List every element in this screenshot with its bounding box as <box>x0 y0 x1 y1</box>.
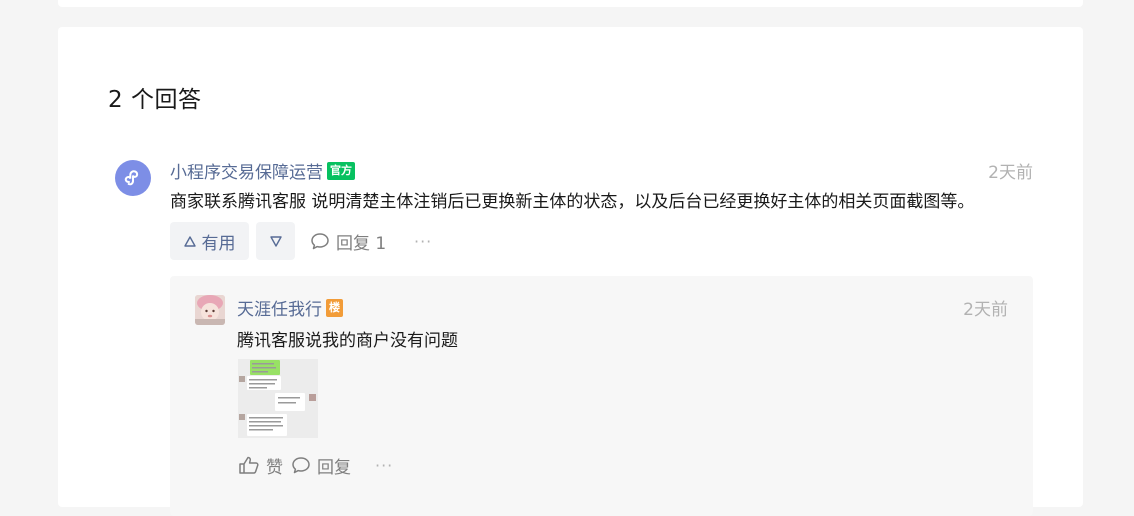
reply-body-text: 腾讯客服说我的商户没有问题 <box>237 331 458 351</box>
answer-author-name[interactable]: 小程序交易保障运营 <box>170 158 323 183</box>
floor-owner-badge: 楼 <box>326 298 343 317</box>
comment-icon <box>292 457 310 474</box>
useful-label: 有用 <box>201 233 236 254</box>
answers-count-heading: 2 个回答 <box>108 87 202 113</box>
reply-author-name[interactable]: 天涯任我行 <box>237 295 322 320</box>
reply-more-options-button[interactable]: ··· <box>375 456 393 475</box>
chat-screenshot-image <box>238 359 318 438</box>
reply-timestamp: 2天前 <box>963 300 1008 320</box>
official-badge: 官方 <box>327 161 355 180</box>
reply-to-reply-button[interactable]: 回复 <box>291 453 351 478</box>
mini-program-logo-avatar[interactable] <box>115 160 151 196</box>
triangle-down-icon <box>269 235 282 247</box>
answer-timestamp: 2天前 <box>988 163 1033 183</box>
more-options-button[interactable]: ··· <box>414 227 432 255</box>
baby-photo-avatar <box>195 295 225 325</box>
thumbs-up-icon <box>239 456 259 474</box>
reply-actions: 赞 回复 ··· <box>238 451 393 479</box>
not-useful-button[interactable] <box>256 222 295 260</box>
answer-body-text: 商家联系腾讯客服 说明清楚主体注销后已更换新主体的状态，以及后台已经更换好主体的… <box>170 192 975 212</box>
reply-button[interactable]: 回复 1 <box>310 227 386 255</box>
like-button[interactable]: 赞 <box>238 453 283 478</box>
reply-author: 天涯任我行 楼 <box>237 295 343 320</box>
reply-count-label: 回复 1 <box>336 233 387 254</box>
mini-program-icon <box>124 170 139 186</box>
reply-thread: 天涯任我行 楼 2天前 腾讯客服说我的商户没有问题 赞 回复 ··· <box>170 276 1033 516</box>
like-label: 赞 <box>266 457 283 478</box>
chat-screenshot-thumbnail[interactable] <box>238 359 318 438</box>
triangle-up-icon <box>183 235 196 247</box>
reply-label: 回复 <box>317 457 351 478</box>
answer-author: 小程序交易保障运营 官方 <box>170 158 355 183</box>
reply-author-avatar[interactable] <box>195 295 225 325</box>
comment-icon <box>311 233 329 250</box>
previous-card <box>58 0 1083 7</box>
answers-section: 2 个回答 小程序交易保障运营 官方 2天前 商家联系腾讯客服 说明清楚主体注销… <box>58 27 1083 516</box>
useful-button[interactable]: 有用 <box>170 222 249 260</box>
